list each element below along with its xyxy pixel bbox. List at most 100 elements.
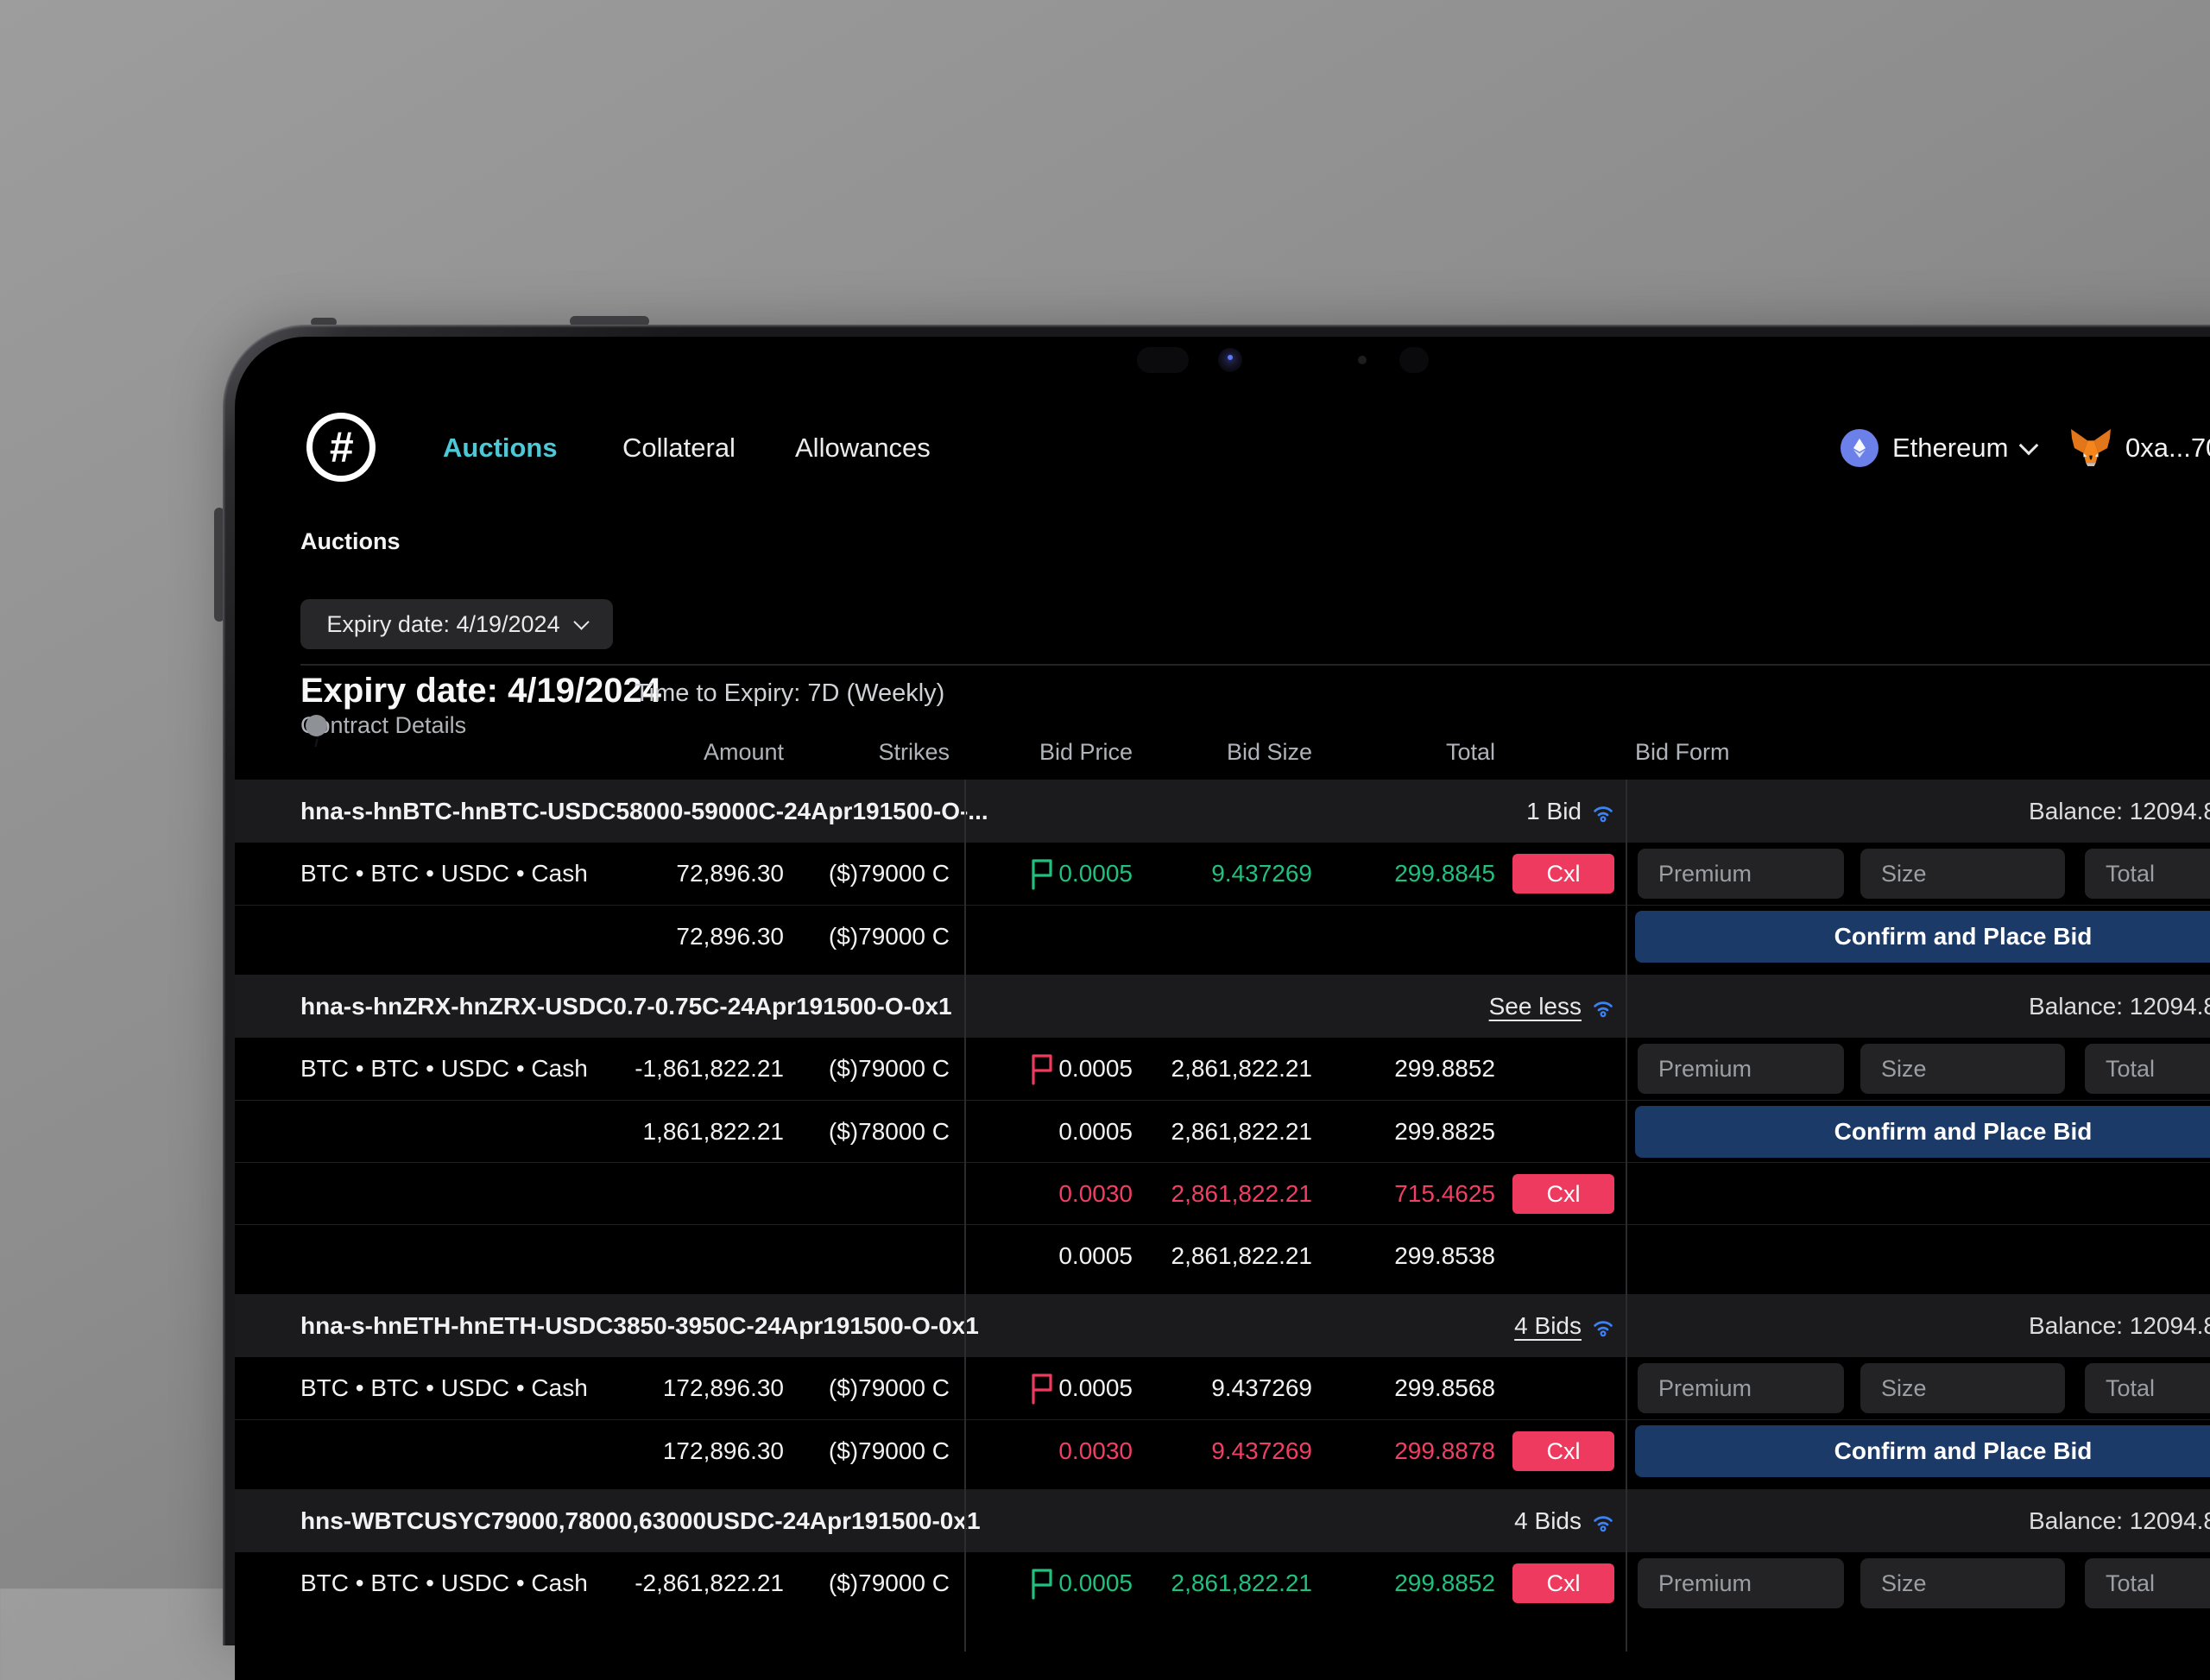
bids-count-label[interactable]: See less: [1489, 993, 1582, 1020]
wifi-icon: [1590, 1508, 1616, 1534]
page-title: Auctions: [300, 528, 401, 555]
contract-name: hna-s-hnBTC-hnBTC-USDC58000-59000C-24Apr…: [300, 780, 988, 843]
wifi-icon: [1590, 799, 1616, 824]
bid-size-value: 2,861,822.21: [1171, 1225, 1313, 1287]
bid-size-value: 9.437269: [1211, 1420, 1312, 1482]
amount-value: 172,896.30: [663, 1420, 784, 1482]
auction-group: hna-s-hnBTC-hnBTC-USDC58000-59000C-24Apr…: [235, 780, 2210, 967]
total-input[interactable]: [2085, 1044, 2210, 1094]
auction-group: hns-WBTCUSYC79000,78000,63000USDC-24Apr1…: [235, 1489, 2210, 1614]
bid-form: [235, 843, 2210, 905]
auction-group-header: hna-s-hnETH-hnETH-USDC3850-3950C-24Apr19…: [235, 1294, 2210, 1357]
bid-row: 172,896.30 ($)79000 C 0.0030 9.437269 29…: [235, 1419, 2210, 1481]
bid-price-value: 0.0030: [1058, 1163, 1133, 1225]
total-value: 299.8878: [1394, 1420, 1495, 1482]
amount-value: 72,896.30: [676, 906, 784, 968]
size-input[interactable]: [1860, 1044, 2065, 1094]
cancel-bid-button[interactable]: Cxl: [1512, 1174, 1614, 1214]
section-divider: [300, 664, 2210, 666]
balance-label: Balance: 12094.8: [2029, 780, 2210, 843]
bid-row: BTC • BTC • USDC • Cash 172,896.30 ($)79…: [235, 1357, 2210, 1419]
contract-name: hna-s-hnZRX-hnZRX-USDC0.7-0.75C-24Apr191…: [300, 975, 952, 1038]
bid-row: 1,861,822.21 ($)78000 C 0.0005 2,861,822…: [235, 1100, 2210, 1162]
bids-toggle[interactable]: 4 Bids: [1514, 1489, 1616, 1552]
premium-input[interactable]: [1638, 1044, 1844, 1094]
wifi-icon: [1590, 1313, 1616, 1339]
col-bid-price: Bid Price: [1039, 725, 1133, 780]
chevron-down-icon[interactable]: [2019, 436, 2039, 456]
total-input[interactable]: [2085, 849, 2210, 899]
bids-count-label[interactable]: 4 Bids: [1514, 1507, 1582, 1535]
auction-group: hna-s-hnZRX-hnZRX-USDC0.7-0.75C-24Apr191…: [235, 975, 2210, 1286]
camera-sensor-pill: [1399, 347, 1429, 373]
size-input[interactable]: [1860, 1363, 2065, 1413]
bid-form: [235, 1038, 2210, 1100]
bid-row: BTC • BTC • USDC • Cash -1,861,822.21 ($…: [235, 1038, 2210, 1100]
camera-pill: [1137, 347, 1189, 373]
size-input[interactable]: [1860, 1558, 2065, 1608]
col-bid-size: Bid Size: [1227, 725, 1312, 780]
tablet-screen: # Auctions Collateral Allowances Ethereu…: [235, 337, 2210, 1680]
wifi-icon: [1590, 994, 1616, 1020]
total-input[interactable]: [2085, 1363, 2210, 1413]
bid-size-value: 2,861,822.21: [1171, 1101, 1313, 1163]
col-total: Total: [1446, 725, 1495, 780]
contract-name: hns-WBTCUSYC79000,78000,63000USDC-24Apr1…: [300, 1489, 981, 1552]
auctions-table: hna-s-hnBTC-hnBTC-USDC58000-59000C-24Apr…: [235, 780, 2210, 1622]
auction-group-rows: BTC • BTC • USDC • Cash -2,861,822.21 ($…: [235, 1552, 2210, 1614]
bid-form: [235, 1357, 2210, 1419]
time-to-expiry-label: Time to Expiry: 7D (Weekly): [635, 679, 944, 708]
strikes-value: ($)78000 C: [829, 1101, 950, 1163]
bid-price-value: 0.0030: [1058, 1420, 1133, 1482]
cancel-bid-button[interactable]: Cxl: [1512, 1431, 1614, 1471]
info-icon[interactable]: i: [306, 715, 327, 736]
bids-toggle[interactable]: 4 Bids: [1514, 1294, 1616, 1357]
expiry-date-dropdown[interactable]: Expiry date: 4/19/2024: [300, 599, 613, 649]
auction-group: hna-s-hnETH-hnETH-USDC3850-3950C-24Apr19…: [235, 1294, 2210, 1481]
balance-label: Balance: 12094.8: [2029, 1489, 2210, 1552]
confirm-place-bid-button[interactable]: Confirm and Place Bid: [1635, 1106, 2210, 1158]
tab-allowances[interactable]: Allowances: [795, 427, 931, 469]
size-input[interactable]: [1860, 849, 2065, 899]
premium-input[interactable]: [1638, 1558, 1844, 1608]
col-bid-form: Bid Form: [1635, 725, 1730, 780]
column-divider: [964, 780, 966, 1652]
col-strikes: Strikes: [878, 725, 950, 780]
tab-collateral[interactable]: Collateral: [622, 427, 736, 469]
wallet-address[interactable]: 0xa...70: [2125, 427, 2210, 469]
premium-input[interactable]: [1638, 1363, 1844, 1413]
col-amount: Amount: [704, 725, 784, 780]
auction-group-rows: BTC • BTC • USDC • Cash 172,896.30 ($)79…: [235, 1357, 2210, 1481]
amount-value: 1,861,822.21: [643, 1101, 785, 1163]
total-value: 715.4625: [1394, 1163, 1495, 1225]
strikes-value: ($)79000 C: [829, 1420, 950, 1482]
tab-auctions[interactable]: Auctions: [443, 427, 558, 469]
bids-toggle[interactable]: See less: [1489, 975, 1616, 1038]
tablet-frame: # Auctions Collateral Allowances Ethereu…: [223, 325, 2210, 1645]
bid-price-value: 0.0005: [1058, 1101, 1133, 1163]
balance-label: Balance: 12094.8: [2029, 1294, 2210, 1357]
auction-group-header: hna-s-hnBTC-hnBTC-USDC58000-59000C-24Apr…: [235, 780, 2210, 843]
bid-row: 0.0005 2,861,822.21 299.8538: [235, 1224, 2210, 1286]
network-selector[interactable]: Ethereum: [1892, 427, 2008, 469]
camera-sensor-dot: [1358, 356, 1367, 364]
ethereum-network-icon[interactable]: [1841, 429, 1878, 467]
chevron-down-icon: [573, 614, 589, 629]
bid-price-value: 0.0005: [1058, 1225, 1133, 1287]
metamask-fox-icon: [2070, 428, 2112, 466]
bids-count-label[interactable]: 1 Bid: [1526, 798, 1582, 825]
auction-group-rows: BTC • BTC • USDC • Cash -1,861,822.21 ($…: [235, 1038, 2210, 1286]
bids-toggle[interactable]: 1 Bid: [1526, 780, 1616, 843]
expiry-date-dropdown-label: Expiry date: 4/19/2024: [326, 611, 559, 638]
camera-lens-icon: [1218, 348, 1242, 372]
brand-logo-hash-icon[interactable]: #: [306, 413, 376, 482]
auction-group-header: hns-WBTCUSYC79000,78000,63000USDC-24Apr1…: [235, 1489, 2210, 1552]
table-header-row: Contract Details i Amount Strikes Bid Pr…: [235, 725, 2210, 780]
confirm-place-bid-button[interactable]: Confirm and Place Bid: [1635, 1425, 2210, 1477]
auction-group-header: hna-s-hnZRX-hnZRX-USDC0.7-0.75C-24Apr191…: [235, 975, 2210, 1038]
confirm-place-bid-button[interactable]: Confirm and Place Bid: [1635, 911, 2210, 963]
total-input[interactable]: [2085, 1558, 2210, 1608]
premium-input[interactable]: [1638, 849, 1844, 899]
total-value: 299.8538: [1394, 1225, 1495, 1287]
bids-count-label[interactable]: 4 Bids: [1514, 1312, 1582, 1340]
